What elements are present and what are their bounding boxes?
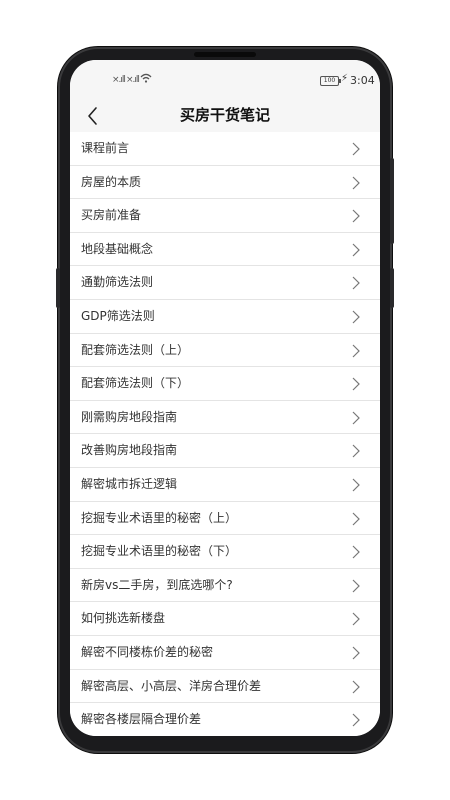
list-item-label: 解密城市拆迁逻辑 (81, 476, 178, 491)
list-item-label: 课程前言 (81, 141, 130, 155)
list-item-label: 新房vs二手房，到底选哪个? (81, 577, 233, 592)
nav-bar: 买房干货笔记 (70, 100, 380, 132)
list-item-label: 挖掘专业术语里的秘密（上） (81, 510, 238, 525)
volume-button (390, 158, 394, 244)
list-item-label: 地段基础概念 (81, 241, 154, 256)
list-item[interactable]: 改善购房地段指南 (70, 434, 380, 468)
chevron-right-icon (352, 176, 360, 190)
signal-icon: ×.ıll (112, 75, 126, 85)
status-bar: ×.ıll ×.ıll 100 ⚡ 3:04 (70, 60, 380, 100)
chevron-right-icon (352, 142, 360, 156)
chevron-right-icon (352, 478, 360, 492)
power-button (390, 268, 394, 308)
list-item-label: 房屋的本质 (81, 174, 142, 189)
chevron-right-icon (352, 512, 360, 525)
chevron-right-icon (352, 579, 360, 593)
chevron-right-icon (352, 344, 360, 357)
list-item[interactable]: 配套筛选法则（上） (70, 333, 380, 368)
list-item-label: 如何挑选新楼盘 (81, 611, 166, 626)
phone-screen: ×.ıll ×.ıll 100 ⚡ 3:04 买房干货笔记 课程前言房屋的本质买… (70, 60, 380, 736)
chevron-right-icon (352, 713, 360, 727)
list-item[interactable]: 刚需购房地段指南 (70, 400, 380, 435)
chevron-right-icon (352, 545, 360, 559)
list-item[interactable]: 如何挑选新楼盘 (70, 602, 380, 636)
list-item-label: GDP筛选法则 (81, 308, 155, 323)
chevron-right-icon (352, 680, 360, 693)
list-item[interactable]: 解密不同楼栋价差的秘密 (70, 635, 380, 670)
chevron-right-icon (352, 411, 360, 425)
list-item-label: 解密高层、小高层、洋房合理价差 (81, 678, 262, 693)
list-item[interactable]: 配套筛选法则（下） (70, 367, 380, 401)
chevron-right-icon (352, 646, 360, 660)
list-item[interactable]: 课程前言 (70, 132, 380, 166)
side-button (56, 268, 60, 308)
back-arrow-icon[interactable] (82, 104, 106, 128)
chevron-right-icon (352, 243, 360, 257)
list-item-label: 配套筛选法则（下） (81, 376, 190, 391)
list-item[interactable]: 解密各楼层隔合理价差 (70, 703, 380, 736)
list-item[interactable]: 挖掘专业术语里的秘密（下） (70, 535, 380, 569)
charging-icon: ⚡ (341, 73, 349, 84)
chevron-right-icon (352, 209, 360, 223)
list-item-label: 配套筛选法则（上） (81, 342, 190, 357)
chevron-right-icon (352, 276, 360, 290)
list-item[interactable]: 买房前准备 (70, 199, 380, 233)
chevron-right-icon (352, 444, 360, 458)
list-item-label: 解密各楼层隔合理价差 (81, 712, 202, 727)
signal-icon: ×.ıll (126, 75, 140, 85)
chevron-right-icon (352, 377, 360, 391)
list-item[interactable]: 房屋的本质 (70, 165, 380, 200)
list-item[interactable]: 挖掘专业术语里的秘密（上） (70, 501, 380, 536)
page-title: 买房干货笔记 (179, 106, 270, 124)
status-time: 3:04 (350, 74, 375, 87)
list-item[interactable]: GDP筛选法则 (70, 299, 380, 334)
list-item[interactable]: 解密高层、小高层、洋房合理价差 (70, 669, 380, 704)
battery-icon: 100 (320, 76, 341, 86)
chapter-list: 课程前言房屋的本质买房前准备地段基础概念 通勤筛选法则 GDP筛选法则配套筛选法则（… (70, 132, 380, 736)
wifi-icon (140, 73, 152, 83)
list-item[interactable]: 地段基础概念 (70, 232, 380, 267)
list-item[interactable]: 解密城市拆迁逻辑 (70, 467, 380, 502)
chevron-right-icon (352, 310, 360, 324)
list-item-label: 买房前准备 (81, 208, 142, 223)
earpiece-speaker (194, 52, 256, 57)
list-item-label: 刚需购房地段指南 (81, 409, 178, 424)
list-item[interactable]: 通勤筛选法则 (70, 266, 380, 300)
list-item-label: 改善购房地段指南 (81, 443, 178, 458)
list-item-label: 挖掘专业术语里的秘密（下） (81, 544, 238, 559)
list-item-label: 解密不同楼栋价差的秘密 (81, 644, 214, 659)
list-item[interactable]: 新房vs二手房，到底选哪个? (70, 568, 380, 603)
chevron-right-icon (352, 612, 360, 626)
list-item-label: 通勤筛选法则 (81, 275, 154, 290)
